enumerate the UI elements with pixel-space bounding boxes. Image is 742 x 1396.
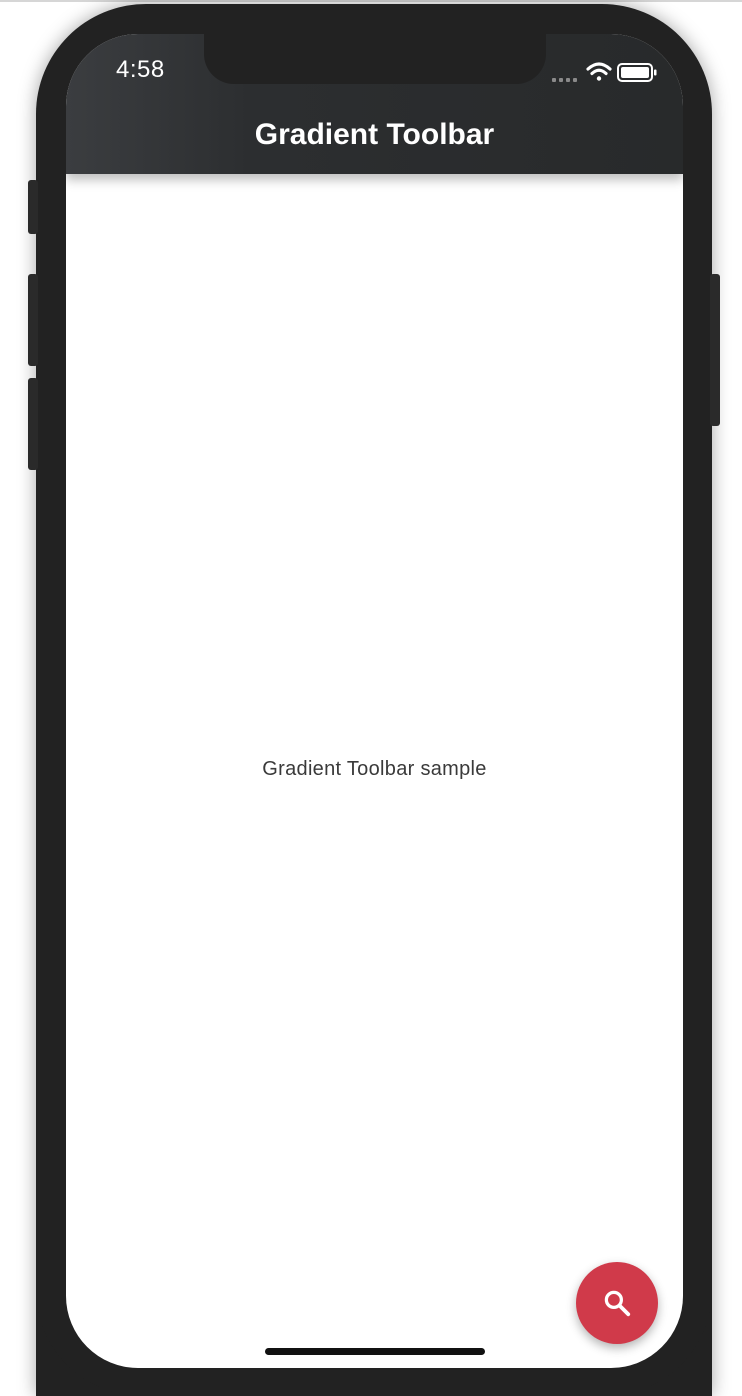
notch bbox=[204, 34, 546, 84]
signal-dots-icon bbox=[552, 78, 577, 82]
power-button bbox=[710, 274, 720, 426]
search-fab-button[interactable] bbox=[576, 1262, 658, 1344]
home-indicator[interactable] bbox=[265, 1348, 485, 1355]
wifi-icon bbox=[586, 62, 612, 81]
volume-up-button bbox=[28, 274, 38, 366]
app-bar: 4:58 Gradient Toolbar bbox=[66, 34, 683, 174]
search-icon bbox=[604, 1290, 631, 1317]
app-bar-title: Gradient Toolbar bbox=[254, 118, 495, 151]
status-icons bbox=[552, 60, 662, 84]
window-top-border bbox=[0, 0, 742, 2]
battery-icon bbox=[617, 63, 657, 82]
body-text: Gradient Toolbar sample bbox=[262, 758, 487, 780]
status-time: 4:58 bbox=[116, 56, 165, 83]
device-screen: 4:58 Gradient Toolbar Gradient Toolbar s… bbox=[66, 34, 683, 1368]
mute-switch bbox=[28, 180, 38, 234]
volume-down-button bbox=[28, 378, 38, 470]
